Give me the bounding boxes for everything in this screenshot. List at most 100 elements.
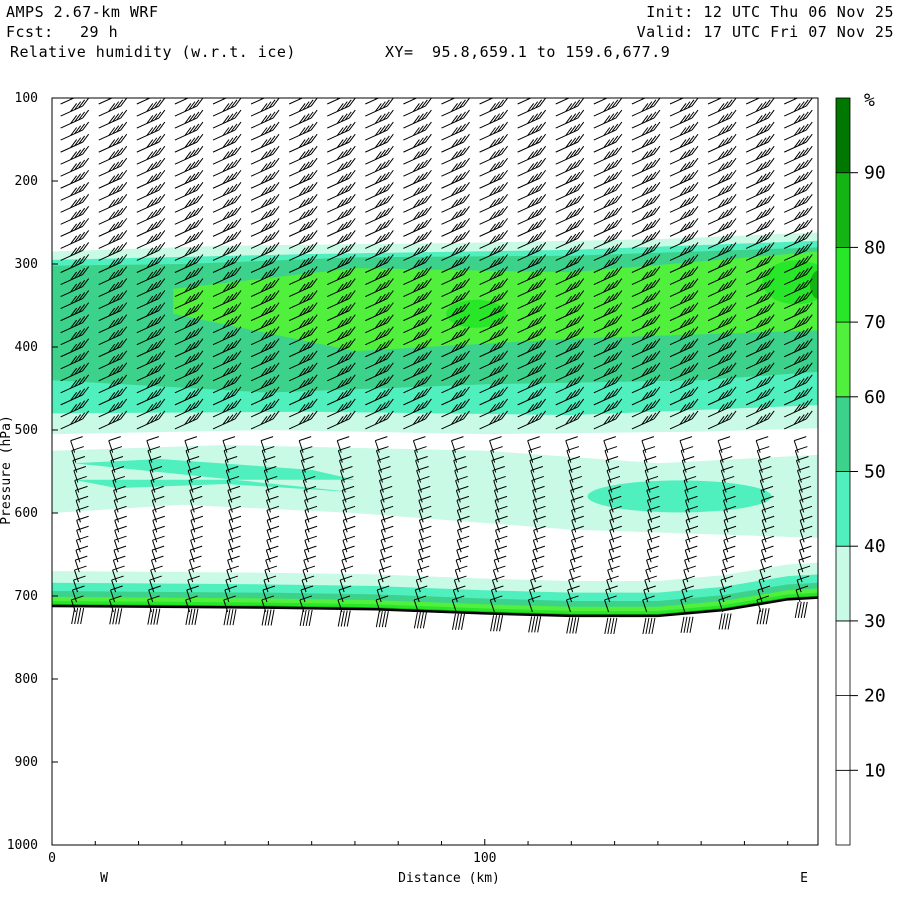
colorbar-segment: [835, 246, 851, 323]
y-axis: 1002003004005006007008009001000: [7, 91, 58, 853]
wind-barb: [288, 181, 318, 201]
west-label: W: [100, 871, 108, 886]
barb-staff: [799, 550, 804, 563]
wind-barb: [98, 98, 128, 117]
wind-barb: [174, 230, 204, 249]
barb-feather: [798, 90, 804, 98]
wind-barb: [60, 218, 90, 237]
wind-barb: [607, 565, 620, 583]
wind-barb: [403, 145, 432, 165]
wind-barb: [631, 98, 661, 117]
barb-feather: [260, 436, 274, 442]
barb-staff: [527, 440, 533, 453]
wind-barb: [98, 98, 114, 105]
wind-barb: [517, 169, 547, 189]
wind-barb: [136, 194, 166, 213]
wind-barb: [517, 181, 547, 201]
wind-barb: [517, 98, 533, 105]
wind-barb: [531, 565, 544, 583]
wind-barb: [136, 181, 166, 201]
barb-staff: [327, 98, 342, 105]
wind-barb: [669, 206, 699, 225]
barb-staff: [379, 559, 385, 573]
barb-feather: [269, 88, 275, 96]
barb-staff: [113, 540, 119, 553]
wind-barb: [631, 194, 661, 213]
wind-barb: [212, 157, 242, 177]
barb-feather: [647, 535, 660, 541]
y-tick-label: 800: [15, 672, 38, 687]
barb-staff: [494, 540, 500, 553]
barb-staff: [74, 559, 80, 573]
colorbar-label: 50: [864, 462, 886, 483]
wind-barb: [250, 145, 280, 165]
barb-feather: [644, 575, 657, 581]
wind-barb: [745, 206, 775, 225]
wind-barb: [631, 181, 661, 201]
wind-barb: [745, 218, 775, 237]
barb-feather: [798, 555, 812, 561]
barb-staff: [174, 98, 190, 105]
wind-barb: [555, 157, 585, 177]
wind-barb: [403, 133, 432, 153]
wind-barb: [593, 133, 623, 153]
barb-staff: [75, 550, 81, 563]
wind-barb: [212, 194, 242, 213]
barb-staff: [75, 540, 81, 553]
barb-feather: [493, 565, 506, 571]
barb-feather: [527, 436, 540, 442]
wind-barb: [327, 98, 342, 105]
barb-feather: [379, 555, 393, 561]
wind-barb: [479, 133, 508, 153]
barb-staff: [228, 540, 234, 553]
barb-staff: [761, 540, 767, 553]
wind-barb: [479, 109, 508, 129]
barb-feather: [265, 90, 271, 98]
barb-staff: [722, 550, 728, 563]
wind-barb: [569, 565, 582, 583]
barb-feather: [266, 535, 279, 541]
x-axis-label: Distance (km): [398, 871, 500, 886]
wind-barb: [136, 98, 166, 117]
wind-barb: [288, 109, 318, 129]
barb-feather: [303, 555, 316, 561]
wind-barb: [517, 145, 547, 165]
barb-staff: [532, 550, 538, 563]
barb-feather: [641, 436, 655, 442]
barb-feather: [227, 90, 233, 98]
wind-barb: [707, 109, 737, 129]
wind-barb: [60, 206, 90, 225]
barb-feather: [311, 86, 317, 94]
wind-barb: [403, 181, 432, 201]
wind-barb: [365, 98, 380, 105]
wind-barb: [136, 218, 166, 237]
barb-feather: [722, 90, 728, 98]
barb-staff: [569, 559, 575, 573]
barb-staff: [607, 559, 613, 573]
wind-barb: [212, 169, 242, 189]
barb-staff: [722, 559, 728, 573]
barb-feather: [569, 565, 582, 571]
wind-barb: [250, 98, 280, 117]
wind-barb: [784, 98, 813, 117]
barb-feather: [616, 86, 622, 94]
wind-barb: [98, 194, 128, 213]
wind-barb: [784, 145, 813, 165]
barb-feather: [266, 545, 279, 551]
barb-feather: [688, 88, 694, 96]
wind-barb: [441, 133, 470, 153]
barb-feather: [607, 565, 620, 571]
wind-barb: [403, 194, 432, 213]
barb-staff: [189, 559, 195, 573]
wind-barb: [631, 133, 661, 153]
wind-barb: [669, 145, 699, 165]
y-tick-label: 200: [15, 174, 38, 189]
wind-barb: [250, 133, 280, 153]
wind-barb: [479, 145, 508, 165]
wind-barb: [707, 169, 737, 189]
barb-staff: [303, 550, 309, 563]
wind-barb: [174, 169, 204, 189]
wind-barb: [288, 145, 318, 165]
wind-barb: [707, 145, 737, 165]
barb-feather: [761, 545, 774, 551]
